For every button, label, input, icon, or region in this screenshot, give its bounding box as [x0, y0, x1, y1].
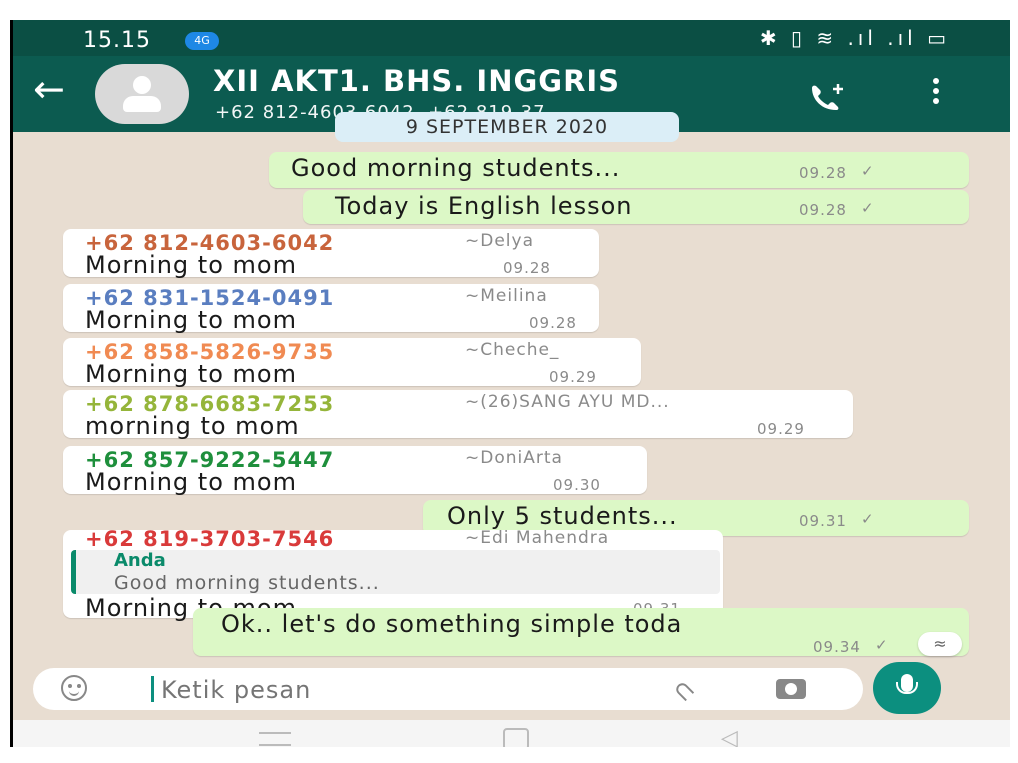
add-call-icon[interactable]	[808, 82, 848, 110]
message-bubble-outgoing[interactable]: Good morning students... 09.28 ✓	[269, 152, 969, 188]
voice-record-button[interactable]	[873, 662, 941, 714]
quoted-text: Good morning students...	[114, 572, 380, 594]
sender-name: ~Edi Mahendra	[465, 528, 610, 548]
message-bubble-incoming[interactable]: +62 831-1524-0491 ~Meilina Morning to mo…	[63, 284, 599, 334]
message-bubble-incoming[interactable]: +62 858-5826-9735 ~Cheche_ Morning to mo…	[63, 338, 641, 388]
message-text: Morning to mom	[85, 468, 297, 496]
message-bubble-outgoing[interactable]: Ok.. let's do something simple toda 09.3…	[193, 608, 969, 656]
phone-screen: 15.15 4G ✱ ▯ ≋ .ıl .ıl ▭ ← XII AKT1. BHS…	[10, 20, 1010, 747]
sender-name: ~Delya	[465, 231, 534, 251]
message-text: Today is English lesson	[335, 192, 633, 220]
message-bubble-incoming[interactable]: +62 812-4603-6042 ~Delya Morning to mom …	[63, 229, 599, 279]
message-text: Good morning students...	[291, 154, 621, 182]
message-time: 09.28	[799, 201, 847, 219]
message-input[interactable]	[159, 673, 583, 707]
message-bubble-incoming[interactable]: +62 857-9222-5447 ~DoniArta Morning to m…	[63, 446, 647, 496]
read-check-icon: ✓	[861, 162, 874, 180]
message-list: 9 SEPTEMBER 2020 Good morning students..…	[13, 112, 1010, 662]
sender-name: ~DoniArta	[465, 448, 563, 468]
network-badge: 4G	[185, 32, 219, 50]
sender-phone[interactable]: +62 819-3703-7546	[85, 527, 334, 551]
quoted-sender: Anda	[114, 550, 166, 571]
date-chip: 9 SEPTEMBER 2020	[335, 112, 679, 142]
message-time: 09.30	[553, 476, 601, 494]
message-composer: ⊂	[33, 668, 863, 710]
message-text: Morning to mom	[85, 360, 297, 388]
message-text: morning to mom	[85, 412, 300, 440]
message-text: Morning to mom	[85, 306, 297, 334]
message-time: 09.31	[799, 512, 847, 530]
more-options-icon[interactable]	[933, 78, 941, 110]
message-time: 09.29	[757, 420, 805, 438]
group-title[interactable]: XII AKT1. BHS. INGGRIS	[213, 64, 620, 98]
message-bubble-reply[interactable]: +62 819-3703-7546 ~Edi Mahendra Anda Goo…	[63, 527, 723, 622]
recent-apps-icon[interactable]	[259, 732, 291, 746]
message-time: 09.29	[549, 368, 597, 386]
message-bubble-incoming[interactable]: +62 878-6683-7253 ~(26)SANG AYU MD... mo…	[63, 390, 853, 440]
message-time: 09.34	[813, 638, 861, 656]
text-caret	[151, 676, 154, 702]
message-bubble-outgoing[interactable]: Today is English lesson 09.28 ✓	[303, 190, 969, 224]
read-check-icon: ✓	[861, 199, 874, 217]
scroll-to-bottom-button[interactable]: ≈	[918, 632, 962, 656]
sender-name: ~(26)SANG AYU MD...	[465, 392, 670, 412]
quoted-message[interactable]: Anda Good morning students...	[71, 550, 720, 594]
system-nav-bar: ◁	[13, 720, 1010, 747]
paperclip-icon[interactable]: ⊂	[666, 673, 703, 710]
status-time: 15.15	[83, 28, 151, 53]
message-text: Only 5 students...	[447, 502, 678, 530]
message-time: 09.28	[503, 259, 551, 277]
emoji-icon[interactable]	[61, 675, 87, 701]
camera-icon[interactable]	[776, 679, 806, 699]
read-check-icon: ✓	[875, 636, 888, 654]
group-avatar[interactable]	[95, 64, 189, 124]
back-triangle-icon[interactable]: ◁	[721, 726, 738, 747]
message-text: Ok.. let's do something simple toda	[221, 610, 683, 638]
microphone-icon	[896, 674, 918, 694]
message-time: 09.28	[529, 314, 577, 332]
status-icons: ✱ ▯ ≋ .ıl .ıl ▭	[759, 26, 950, 50]
message-time: 09.28	[799, 164, 847, 182]
sender-name: ~Meilina	[465, 286, 548, 306]
back-arrow-icon[interactable]: ←	[33, 70, 65, 108]
home-icon[interactable]	[503, 728, 529, 747]
sender-name: ~Cheche_	[465, 340, 560, 360]
read-check-icon: ✓	[861, 510, 874, 528]
message-text: Morning to mom	[85, 251, 297, 279]
